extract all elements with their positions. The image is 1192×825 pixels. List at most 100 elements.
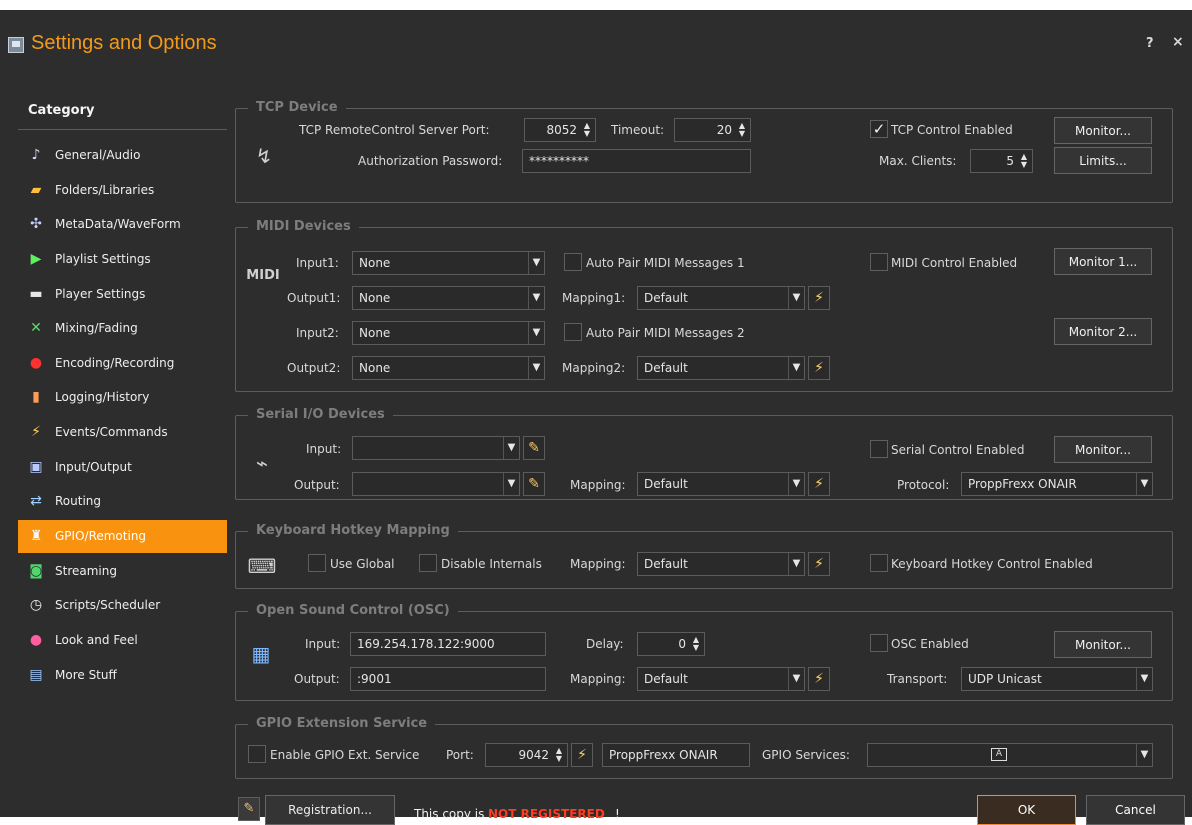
dropdown-arrow-icon[interactable]: ▼: [503, 437, 519, 459]
sidebar-item-playlist-settings[interactable]: ▶ Playlist Settings: [18, 243, 227, 276]
dropdown-arrow-icon[interactable]: ▼: [1136, 473, 1152, 495]
serial-protocol-select[interactable]: ProppFrexx ONAIR ▼: [961, 472, 1153, 496]
dropdown-arrow-icon[interactable]: ▼: [1136, 744, 1152, 766]
osc-output-field[interactable]: :9001: [350, 667, 546, 691]
sidebar-item-metadata-waveform[interactable]: ✣ MetaData/WaveForm: [18, 208, 227, 241]
tcp-monitor-button[interactable]: Monitor...: [1054, 117, 1152, 144]
sidebar-item-folders-libraries[interactable]: ▰ Folders/Libraries: [18, 174, 227, 207]
use-global-checkbox[interactable]: [308, 554, 326, 572]
tcp-enabled-checkbox[interactable]: ✓: [870, 120, 888, 138]
sidebar-item-gpio-remoting[interactable]: ♜ GPIO/Remoting: [18, 520, 227, 553]
midi-input2-select[interactable]: None ▼: [352, 321, 545, 345]
sidebar-item-input-output[interactable]: ▣ Input/Output: [18, 451, 227, 484]
dropdown-arrow-icon[interactable]: ▼: [788, 287, 804, 309]
sidebar-item-encoding-recording[interactable]: ● Encoding/Recording: [18, 347, 227, 380]
registration-button[interactable]: Registration...: [265, 795, 395, 825]
sidebar-item-general-audio[interactable]: ♪ General/Audio: [18, 139, 227, 172]
dropdown-arrow-icon[interactable]: ▼: [528, 322, 544, 344]
osc-input-field[interactable]: 169.254.178.122:9000: [350, 632, 546, 656]
osc-transport-select[interactable]: UDP Unicast ▼: [961, 667, 1153, 691]
serial-input-edit-icon[interactable]: ✎: [523, 436, 545, 460]
dropdown-arrow-icon[interactable]: ▼: [528, 252, 544, 274]
tcp-port-spinner[interactable]: 8052 ▲ ▼: [524, 118, 596, 142]
max-clients-spinner[interactable]: 5 ▲ ▼: [970, 149, 1033, 173]
dropdown-arrow-icon[interactable]: ▼: [528, 357, 544, 379]
registration-icon[interactable]: ✎: [238, 797, 260, 821]
dropdown-arrow-icon[interactable]: ▼: [788, 357, 804, 379]
auto-pair2-checkbox[interactable]: [564, 323, 582, 341]
sidebar-item-mixing-fading[interactable]: ✕ Mixing/Fading: [18, 312, 227, 345]
osc-mapping-select[interactable]: Default ▼: [637, 667, 805, 691]
osc-monitor-button[interactable]: Monitor...: [1054, 631, 1152, 658]
spinner-arrows-icon[interactable]: ▲ ▼: [553, 747, 565, 763]
tcp-limits-button[interactable]: Limits...: [1054, 147, 1152, 174]
keyboard-mapping-select[interactable]: Default ▼: [637, 552, 805, 576]
midi-mapping2-select[interactable]: Default ▼: [637, 356, 805, 380]
mapping-wizard-icon[interactable]: ⚡: [808, 472, 830, 496]
dropdown-arrow-icon[interactable]: ▼: [503, 473, 519, 495]
dropdown-arrow-icon[interactable]: ▼: [788, 473, 804, 495]
sidebar-item-scripts-scheduler[interactable]: ◷ Scripts/Scheduler: [18, 589, 227, 622]
serial-mapping-select[interactable]: Default ▼: [637, 472, 805, 496]
serial-monitor-button[interactable]: Monitor...: [1054, 436, 1152, 463]
dropdown-arrow-icon[interactable]: ▼: [788, 668, 804, 690]
auto-pair1-checkbox[interactable]: [564, 253, 582, 271]
midi-output1-select[interactable]: None ▼: [352, 286, 545, 310]
midi-input1-select[interactable]: None ▼: [352, 251, 545, 275]
gpio-extension-group: GPIO Extension Service Enable GPIO Ext. …: [235, 716, 1173, 779]
ok-button[interactable]: OK: [977, 795, 1076, 825]
osc-enabled-checkbox[interactable]: [870, 634, 888, 652]
serial-input-select[interactable]: ▼: [352, 436, 520, 460]
help-button[interactable]: ?: [1146, 36, 1154, 51]
mapping-wizard-icon[interactable]: ⚡: [808, 667, 830, 691]
gpio-service-name-field: ProppFrexx ONAIR: [602, 743, 750, 767]
mapping-wizard-icon[interactable]: ⚡: [808, 552, 830, 576]
serial-output-edit-icon[interactable]: ✎: [523, 472, 545, 496]
serial-cable-icon: ⌁: [255, 451, 269, 475]
gpio-port-spinner[interactable]: 9042 ▲ ▼: [485, 743, 568, 767]
serial-protocol-label: Protocol:: [897, 478, 950, 492]
sidebar-item-more-stuff[interactable]: ▤ More Stuff: [18, 659, 227, 692]
sidebar-item-routing[interactable]: ⇄ Routing: [18, 485, 227, 518]
category-divider: [18, 129, 227, 130]
spinner-arrows-icon[interactable]: ▲ ▼: [581, 122, 593, 138]
osc-group: Open Sound Control (OSC) ▦ Input: 169.25…: [235, 603, 1173, 701]
dropdown-arrow-icon[interactable]: ▼: [788, 553, 804, 575]
dropdown-arrow-icon[interactable]: ▼: [528, 287, 544, 309]
serial-input-label: Input:: [306, 442, 342, 456]
spinner-arrows-icon[interactable]: ▲ ▼: [1018, 153, 1030, 169]
serial-output-select[interactable]: ▼: [352, 472, 520, 496]
disable-internals-checkbox[interactable]: [419, 554, 437, 572]
mapping-wizard-icon[interactable]: ⚡: [808, 356, 830, 380]
dropdown-arrow-icon[interactable]: ▼: [1136, 668, 1152, 690]
sidebar-item-look-and-feel[interactable]: ● Look and Feel: [18, 624, 227, 657]
auth-password-field[interactable]: **********: [522, 149, 751, 173]
osc-delay-spinner[interactable]: 0 ▲ ▼: [637, 632, 705, 656]
tcp-timeout-spinner[interactable]: 20 ▲ ▼: [674, 118, 751, 142]
close-button[interactable]: ×: [1172, 34, 1184, 50]
midi-enabled-label: MIDI Control Enabled: [891, 256, 1018, 270]
gpio-services-select[interactable]: ▼ A: [867, 743, 1153, 767]
midi-mapping1-select[interactable]: Default ▼: [637, 286, 805, 310]
spinner-arrows-icon[interactable]: ▲ ▼: [690, 636, 702, 652]
registration-status-warning: NOT REGISTERED: [488, 807, 605, 821]
sidebar-item-streaming[interactable]: ◙ Streaming: [18, 555, 227, 588]
osc-title: Open Sound Control (OSC): [248, 603, 458, 618]
mapping-wizard-icon[interactable]: ⚡: [808, 286, 830, 310]
auto-pair1-label: Auto Pair MIDI Messages 1: [586, 256, 745, 270]
spinner-arrows-icon[interactable]: ▲ ▼: [736, 122, 748, 138]
sidebar-item-player-settings[interactable]: ▬ Player Settings: [18, 278, 227, 311]
gpio-action-icon[interactable]: ⚡: [571, 743, 593, 767]
midi-monitor1-button[interactable]: Monitor 1...: [1054, 248, 1152, 275]
serial-enabled-checkbox[interactable]: [870, 440, 888, 458]
midi-output2-select[interactable]: None ▼: [352, 356, 545, 380]
sidebar-item-events-commands[interactable]: ⚡ Events/Commands: [18, 416, 227, 449]
cancel-button[interactable]: Cancel: [1086, 795, 1185, 825]
midi-monitor2-button[interactable]: Monitor 2...: [1054, 318, 1152, 345]
keyboard-enabled-checkbox[interactable]: [870, 554, 888, 572]
sidebar-item-logging-history[interactable]: ▮ Logging/History: [18, 381, 227, 414]
keyboard-hotkey-title: Keyboard Hotkey Mapping: [248, 523, 458, 538]
midi-enabled-checkbox[interactable]: [870, 253, 888, 271]
tcp-enabled-label: TCP Control Enabled: [891, 123, 1013, 137]
gpio-enable-checkbox[interactable]: [248, 745, 266, 763]
